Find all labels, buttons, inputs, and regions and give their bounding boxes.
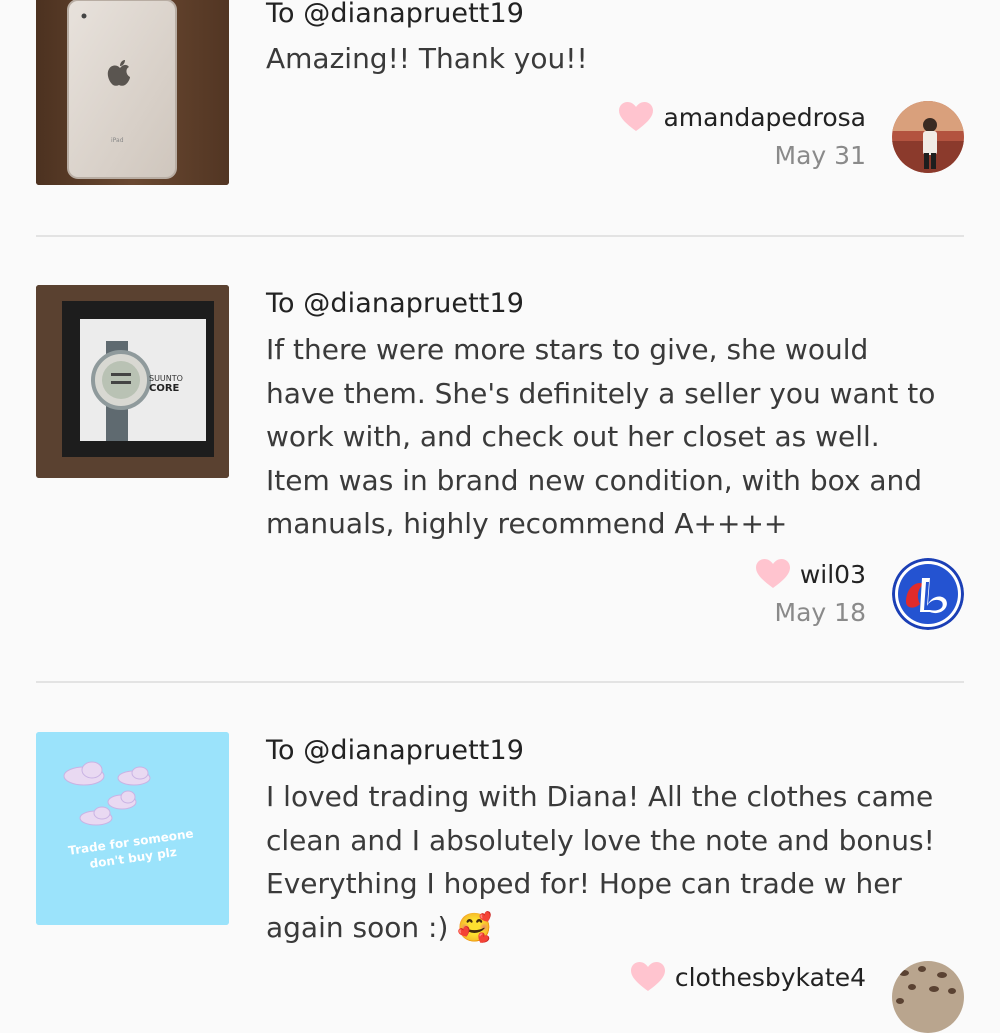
reviewer-avatar[interactable] — [892, 558, 964, 630]
review-date: May 18 — [774, 598, 866, 627]
review-meta: amandapedrosa May 31 — [619, 102, 866, 170]
review-message-line: have them. She's definitely a seller you… — [266, 376, 936, 410]
review-message-line: manuals, highly recommend A++++ — [266, 507, 788, 540]
review-item: iPad To @dianapruett19 Amazing!! Thank y… — [0, 0, 1000, 237]
review-message-line: Everything I hoped for! Hope can trade w… — [266, 867, 902, 900]
watch-brand-text: SUUNTO — [149, 374, 183, 383]
watch-photo-icon: SUUNTO CORE — [36, 285, 229, 478]
reviewer-username[interactable]: clothesbykate4 — [675, 963, 866, 992]
reviewer-avatar[interactable] — [892, 961, 964, 1033]
review-meta: wil03 May 18 — [755, 559, 866, 627]
review-recipient[interactable]: To @dianapruett19 — [266, 735, 524, 766]
item-thumbnail[interactable]: Trade for someone don't buy plz — [36, 732, 229, 925]
review-message-line: work with, and check out her closet as w… — [266, 420, 880, 453]
expos-logo-icon — [892, 558, 964, 630]
heart-icon[interactable] — [619, 102, 654, 132]
review-recipient[interactable]: To @dianapruett19 — [266, 288, 524, 319]
ipad-photo-icon: iPad — [36, 0, 229, 185]
heart-icon[interactable] — [630, 962, 665, 992]
divider — [36, 235, 964, 237]
leopard-photo-icon — [892, 961, 964, 1033]
heart-icon[interactable] — [755, 559, 790, 589]
reviewer-avatar[interactable] — [892, 101, 964, 173]
item-thumbnail[interactable]: SUUNTO CORE — [36, 285, 229, 478]
review-message-line: Item was in brand new condition, with bo… — [266, 463, 923, 497]
reviewer-username[interactable]: wil03 — [800, 560, 866, 589]
review-message-line: If there were more stars to give, she wo… — [266, 333, 869, 366]
review-message-line: clean and I absolutely love the note and… — [266, 823, 935, 857]
review-date: May 31 — [774, 141, 866, 170]
review-message-line: I loved trading with Diana! All the clot… — [266, 780, 934, 813]
reviewer-username[interactable]: amandapedrosa — [663, 103, 866, 132]
clouds-graphic-icon: Trade for someone don't buy plz — [36, 732, 229, 925]
review-message: Amazing!! Thank you!! — [266, 42, 588, 75]
item-thumbnail[interactable]: iPad — [36, 0, 229, 185]
reviews-feed: iPad To @dianapruett19 Amazing!! Thank y… — [0, 0, 1000, 1033]
review-item: SUUNTO CORE To @dianapruett19 If there w… — [0, 284, 1000, 683]
user-photo-icon — [892, 101, 964, 173]
review-message: I loved trading with Diana! All the clot… — [266, 775, 966, 949]
review-item: Trade for someone don't buy plz To @dian… — [0, 731, 1000, 1033]
review-message: If there were more stars to give, she wo… — [266, 328, 966, 546]
divider — [36, 681, 964, 683]
review-recipient[interactable]: To @dianapruett19 — [266, 0, 524, 29]
watch-model-text: CORE — [149, 383, 180, 394]
review-message-line: again soon :) 🥰 — [266, 910, 493, 944]
svg-text:iPad: iPad — [111, 137, 124, 144]
review-meta: clothesbykate4 — [630, 962, 866, 992]
